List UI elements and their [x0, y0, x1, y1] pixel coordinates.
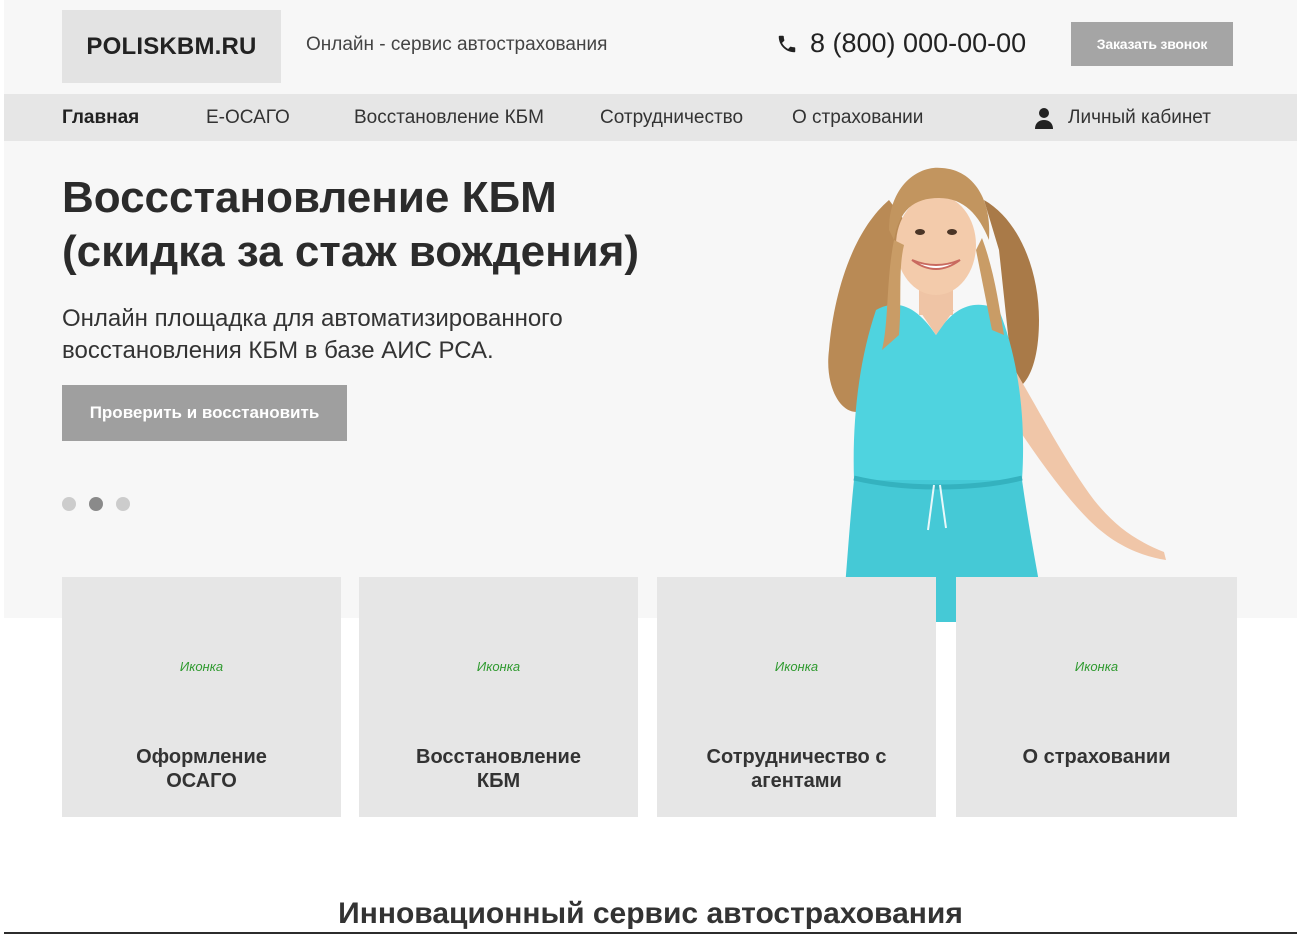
- nav-item-kbm-restore[interactable]: Восстановление КБМ: [354, 94, 544, 141]
- card-title-line1: Сотрудничество с: [706, 746, 887, 768]
- hero-subtitle: Онлайн площадка для автоматизированного …: [62, 303, 682, 367]
- main-nav: Главная Е-ОСАГО Восстановление КБМ Сотру…: [4, 94, 1297, 141]
- hero-subtitle-line2: восстановления КБМ в базе АИС РСА.: [62, 337, 494, 364]
- card-icon-placeholder: Иконка: [774, 659, 819, 674]
- card-osago[interactable]: Иконка Оформление ОСАГО: [62, 577, 341, 817]
- nav-item-home[interactable]: Главная: [62, 94, 139, 141]
- phone-number[interactable]: 8 (800) 000-00-00: [810, 28, 1026, 59]
- site-tagline: Онлайн - сервис автострахования: [306, 34, 608, 55]
- slider-dot-3[interactable]: [116, 497, 130, 511]
- card-title-line1: Оформление: [136, 746, 267, 768]
- hero-subtitle-line1: Онлайн площадка для автоматизированного: [62, 305, 563, 332]
- slider-dot-1[interactable]: [62, 497, 76, 511]
- section-title: Инновационный сервис автострахования: [338, 897, 963, 930]
- hero-title-line1: Восcстановление КБМ: [62, 173, 557, 222]
- slider-dots: [62, 497, 130, 511]
- card-title: О страховании: [966, 745, 1227, 769]
- check-and-restore-button[interactable]: Проверить и восстановить: [62, 385, 347, 441]
- card-about-insurance[interactable]: Иконка О страховании: [956, 577, 1237, 817]
- card-title: Оформление ОСАГО: [72, 745, 331, 793]
- user-icon: [1035, 107, 1053, 129]
- card-icon-placeholder: Иконка: [1074, 659, 1119, 674]
- service-cards: Иконка Оформление ОСАГО Иконка Восстанов…: [62, 577, 1237, 817]
- nav-item-about-insurance[interactable]: О страховании: [792, 94, 923, 141]
- slider-dot-2[interactable]: [89, 497, 103, 511]
- order-call-button[interactable]: Заказать звонок: [1071, 22, 1233, 66]
- card-title-line1: О страховании: [1022, 746, 1171, 768]
- card-icon-placeholder: Иконка: [476, 659, 521, 674]
- card-title: Восстановление КБМ: [369, 745, 628, 793]
- card-title-line1: Восстановление: [416, 746, 581, 768]
- nav-item-cooperation[interactable]: Сотрудничество: [600, 94, 743, 141]
- site-header: POLISKBM.RU Онлайн - сервис автострахова…: [4, 0, 1297, 94]
- hero-woman-image: [828, 167, 1166, 622]
- card-title-line2: КБМ: [476, 770, 521, 792]
- hero-title-line2: (скидка за стаж вождения): [62, 227, 640, 276]
- phone-icon: [778, 35, 796, 52]
- card-title: Сотрудничество с агентами: [667, 745, 926, 793]
- card-kbm-restore[interactable]: Иконка Восстановление КБМ: [359, 577, 638, 817]
- personal-cabinet-link[interactable]: Личный кабинет: [1034, 94, 1211, 141]
- phone-contact[interactable]: 8 (800) 000-00-00: [776, 28, 1026, 59]
- site-logo[interactable]: POLISKBM.RU: [62, 10, 281, 83]
- page: POLISKBM.RU Онлайн - сервис автострахова…: [4, 0, 1297, 934]
- card-title-line2: ОСАГО: [166, 770, 237, 792]
- nav-item-e-osago[interactable]: Е-ОСАГО: [206, 94, 290, 141]
- card-icon-placeholder: Иконка: [179, 659, 224, 674]
- personal-cabinet-label: Личный кабинет: [1068, 106, 1211, 128]
- card-cooperation[interactable]: Иконка Сотрудничество с агентами: [657, 577, 936, 817]
- card-title-line2: агентами: [751, 770, 842, 792]
- hero-title: Восcстановление КБМ (скидка за стаж вожд…: [62, 171, 762, 279]
